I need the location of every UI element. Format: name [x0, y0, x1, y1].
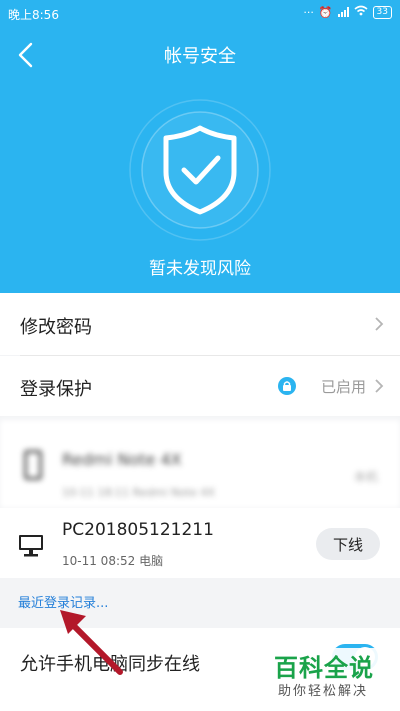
- watermark-logo: 百科全说 助你轻松解决: [270, 648, 386, 702]
- phone-icon: [24, 450, 42, 480]
- wifi-icon: [354, 5, 368, 19]
- red-arrow-annotation: [56, 600, 136, 680]
- blurred-device-meta: 10-11 18:11 Redmi Note 4X: [62, 486, 215, 499]
- page-title: 帐号安全: [164, 46, 236, 67]
- security-status-text: 暂未发现风险: [149, 259, 251, 279]
- status-bar: 晚上8:56 ··· ⏰ 33: [0, 0, 400, 26]
- change-password-row[interactable]: 修改密码: [0, 293, 400, 355]
- login-protection-status: 已启用: [320, 378, 366, 396]
- change-password-label: 修改密码: [20, 317, 92, 338]
- chevron-right-icon: [374, 316, 384, 332]
- battery-icon: 33: [372, 5, 392, 19]
- blurred-device-tag: 本机: [353, 470, 378, 484]
- device-meta: 10-11 08:52 电脑: [62, 554, 164, 568]
- alarm-icon: ⏰: [318, 5, 333, 19]
- login-protection-label: 登录保护: [20, 379, 92, 400]
- more-dots-icon: ···: [303, 5, 314, 19]
- lock-icon: [278, 377, 296, 395]
- status-time: 晚上8:56: [8, 8, 59, 22]
- shield-check-icon: [128, 98, 272, 242]
- device-row-pc: PC201805121211 10-11 08:52 电脑 下线: [0, 508, 400, 578]
- blurred-device-row: Redmi Note 4X 10-11 18:11 Redmi Note 4X …: [0, 420, 400, 508]
- watermark-main: 百科全说: [274, 654, 374, 682]
- signal-icon: [337, 7, 349, 17]
- login-protection-row[interactable]: 登录保护 已启用: [0, 356, 400, 416]
- chevron-right-icon: [374, 378, 384, 394]
- status-icons: ··· ⏰ 33: [303, 5, 392, 19]
- device-name: PC201805121211: [62, 520, 214, 540]
- monitor-icon: [18, 534, 44, 558]
- blurred-device-name: Redmi Note 4X: [62, 450, 182, 469]
- security-header: 晚上8:56 ··· ⏰ 33 帐号安全 暂未发现风险: [0, 0, 400, 293]
- watermark-sub: 助你轻松解决: [278, 684, 369, 699]
- logout-device-button[interactable]: 下线: [316, 528, 380, 560]
